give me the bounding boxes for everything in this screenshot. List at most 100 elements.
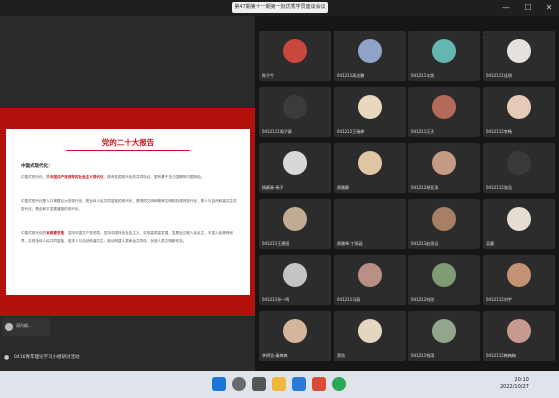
participant-tile[interactable]: 041211赵思远 [408, 199, 480, 249]
participant-name: 吴晨 [486, 241, 494, 246]
avatar [432, 207, 456, 231]
close-icon[interactable]: ✕ [538, 0, 559, 16]
participant-tile[interactable]: 0412112李畅 [483, 87, 555, 137]
participant-name: 陈子兮 [262, 73, 274, 78]
participant-name: 0412111周子豪 [262, 129, 292, 134]
avatar [283, 151, 307, 175]
participant-name: 0412112李畅 [486, 129, 512, 134]
presentation-slide: 党的二十大报告 中国式现代化： 中国式现代化，是中国共产党领导的社会主义现代化，… [6, 129, 250, 295]
slide-paragraph: 中国式现代化的本质要求是：坚持中国共产党领导，坚持中国特色社会主义，实现高质量发… [21, 231, 234, 243]
task-view-icon[interactable] [252, 377, 266, 391]
system-tray-clock[interactable]: 20:10 2022/10/27 [500, 377, 529, 391]
avatar [283, 39, 307, 63]
participant-tile[interactable]: 041212胡亚涛 [408, 143, 480, 193]
avatar [358, 95, 382, 119]
search-icon[interactable] [232, 377, 246, 391]
participant-name: 0412112张浩 [486, 185, 512, 190]
participant-tile[interactable]: 041211丰凯 [408, 31, 480, 81]
chat-icon[interactable] [332, 377, 346, 391]
avatar [283, 207, 307, 231]
participant-name: 郑浩 [337, 353, 345, 358]
participant-tile[interactable]: 郑浩 [334, 311, 406, 361]
app-icon[interactable] [312, 377, 326, 391]
avatar [5, 323, 13, 331]
avatar [507, 207, 531, 231]
slide-paragraph: 中国式现代化是人口规模巨大的现代化，是全体人民共同富裕的现代化，是物质文明和精神… [21, 199, 237, 211]
participant-name: 041211高志鹏 [337, 73, 365, 78]
self-view-tile[interactable]: 邓丹妮... [2, 318, 50, 336]
slide-title: 党的二十大报告 [101, 138, 155, 147]
minimize-icon[interactable]: — [495, 0, 517, 16]
participant-name: 041212胡亚涛 [411, 185, 439, 190]
avatar [507, 151, 531, 175]
participant-tile[interactable]: 李明浩-秦婷婷 [259, 311, 331, 361]
avatar [358, 263, 382, 287]
participant-name: 041211王建国 [262, 241, 290, 246]
participant-name: 0412111佳琪 [486, 73, 512, 78]
participant-tile[interactable]: 周雅静 [334, 143, 406, 193]
avatar [432, 151, 456, 175]
participant-tile[interactable]: 041212刘欣 [408, 255, 480, 305]
participant-name: 杨柳青-杨子 [262, 185, 284, 190]
participant-tile[interactable]: 041211钱雨 [408, 311, 480, 361]
participant-tile[interactable]: 0412112刘宇 [483, 255, 555, 305]
participant-name: 041211马丽 [337, 297, 361, 302]
clock-date: 2022/10/27 [500, 384, 529, 390]
avatar [507, 319, 531, 343]
browser-icon[interactable] [292, 377, 306, 391]
slide-paragraph: 中国式现代化，是中国共产党领导的社会主义现代化，既有各国现代化的共同特征，更有基… [21, 175, 205, 179]
slide-frame: 党的二十大报告 中国式现代化： 中国式现代化，是中国共产党领导的社会主义现代化，… [0, 108, 255, 316]
avatar [432, 95, 456, 119]
shared-screen-pane: 党的二十大报告 中国式现代化： 中国式现代化，是中国共产党领导的社会主义现代化，… [0, 16, 255, 371]
participant-tile[interactable]: 041211汪天 [408, 87, 480, 137]
start-icon[interactable] [212, 377, 226, 391]
participant-tile[interactable]: 0412112韩梅梅 [483, 311, 555, 361]
participant-tile[interactable]: 041212王瑞婷 [334, 87, 406, 137]
participant-tile[interactable]: 0412112张浩 [483, 143, 555, 193]
file-explorer-icon[interactable] [272, 377, 286, 391]
slide-divider [66, 150, 190, 151]
avatar [283, 95, 307, 119]
avatar [358, 151, 382, 175]
window-title: 第47期第十一期第一批优秀学员座谈会议 [232, 2, 328, 13]
participant-name: 041211孙一鸣 [262, 297, 290, 302]
participant-name: 041211钱雨 [411, 353, 435, 358]
participant-tile[interactable]: 041211王建国 [259, 199, 331, 249]
avatar [358, 319, 382, 343]
participant-tile[interactable]: 041211马丽 [334, 255, 406, 305]
avatar [283, 319, 307, 343]
meeting-name: 0416青年理论学习小组研讨活动 [14, 355, 80, 360]
participant-name: 0412112刘宇 [486, 297, 512, 302]
participant-tile[interactable]: 陈子兮 [259, 31, 331, 81]
speaker-icon: ● [4, 354, 10, 361]
participant-name: 041212王瑞婷 [337, 129, 365, 134]
avatar [507, 39, 531, 63]
participant-tile[interactable]: 吴晨 [483, 199, 555, 249]
avatar [432, 319, 456, 343]
maximize-icon[interactable]: ☐ [517, 0, 539, 16]
participant-name: 李明浩-秦婷婷 [262, 353, 288, 358]
participant-name: 周雅静 [337, 185, 349, 190]
participant-tile[interactable]: 周雅琴-丁雨涵 [334, 199, 406, 249]
participant-tile[interactable]: 0412111佳琪 [483, 31, 555, 81]
slide-heading: 中国式现代化： [21, 164, 53, 169]
participant-name: 0412112韩梅梅 [486, 353, 516, 358]
participant-tile[interactable]: 041211高志鹏 [334, 31, 406, 81]
participant-name: 周雅琴-丁雨涵 [337, 241, 363, 246]
participant-name: 041211赵思远 [411, 241, 439, 246]
window-titlebar: 第47期第十一期第一批优秀学员座谈会议 — ☐ ✕ [0, 0, 559, 16]
avatar [507, 263, 531, 287]
avatar [432, 263, 456, 287]
participant-name: 041211丰凯 [411, 73, 435, 78]
participant-name: 041211汪天 [411, 129, 435, 134]
participant-tile[interactable]: 杨柳青-杨子 [259, 143, 331, 193]
avatar [432, 39, 456, 63]
avatar [358, 207, 382, 231]
avatar [507, 95, 531, 119]
windows-taskbar [0, 371, 559, 398]
clock-time: 20:10 [514, 377, 529, 383]
self-view-label: 邓丹妮... [16, 323, 32, 328]
participant-tile[interactable]: 041211孙一鸣 [259, 255, 331, 305]
participant-tile[interactable]: 0412111周子豪 [259, 87, 331, 137]
avatar [358, 39, 382, 63]
